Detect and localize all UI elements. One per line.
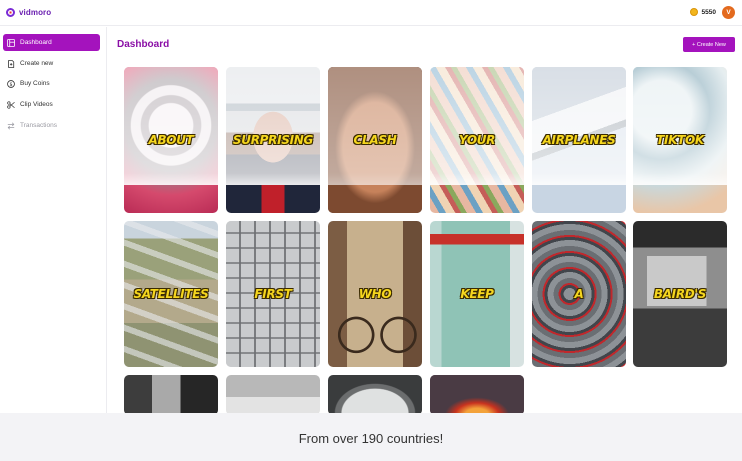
card-caption: FIRST <box>254 287 292 301</box>
video-card[interactable]: CLASH <box>328 67 422 213</box>
card-caption: WHO <box>358 287 392 301</box>
sidebar-item-clip-videos[interactable]: Clip Videos <box>3 96 100 113</box>
card-caption: ABOUT <box>148 133 194 147</box>
video-card[interactable] <box>430 375 524 413</box>
video-card[interactable]: FIRST <box>226 221 320 367</box>
sidebar-item-transactions[interactable]: Transactions <box>3 117 100 134</box>
card-caption: SURPRISING <box>232 133 314 147</box>
sidebar: Dashboard Create new $ Buy Coins Clip Vi… <box>0 27 107 413</box>
brand-name[interactable]: vidmoro <box>19 8 51 17</box>
dashboard-icon <box>7 38 15 47</box>
card-caption: YOUR <box>458 133 496 147</box>
video-card[interactable]: WHO <box>328 221 422 367</box>
create-new-button[interactable]: + Create New <box>683 37 735 52</box>
avatar[interactable]: V <box>722 6 735 19</box>
svg-text:$: $ <box>9 81 12 87</box>
card-caption: TIKTOK <box>656 133 704 147</box>
app-window: vidmoro 5550 V Dashboard Create new $ Bu… <box>0 0 742 413</box>
footer-text: From over 190 countries! <box>298 431 444 446</box>
sidebar-item-label: Transactions <box>20 122 57 129</box>
sidebar-item-label: Buy Coins <box>20 80 50 87</box>
sidebar-item-label: Create new <box>20 60 54 67</box>
dollar-icon: $ <box>7 79 15 88</box>
coin-count: 5550 <box>701 8 716 16</box>
video-card[interactable]: BAIRD'S <box>633 221 727 367</box>
video-card[interactable]: TIKTOK <box>633 67 727 213</box>
video-card[interactable] <box>124 375 218 413</box>
scissors-icon <box>7 100 15 109</box>
sidebar-item-dashboard[interactable]: Dashboard <box>3 34 100 51</box>
transfer-icon <box>7 122 15 130</box>
coin-balance[interactable]: 5550 <box>689 8 716 16</box>
card-caption: KEEP <box>460 287 494 301</box>
video-card[interactable]: AIRPLANES <box>532 67 626 213</box>
file-plus-icon <box>7 59 15 68</box>
sidebar-item-create-new[interactable]: Create new <box>3 55 100 72</box>
page-title: Dashboard <box>117 39 170 50</box>
card-caption: SATELLITES <box>133 287 209 301</box>
top-bar: vidmoro 5550 V <box>0 0 742 26</box>
logo-icon[interactable] <box>6 8 15 17</box>
video-card[interactable]: YOUR <box>430 67 524 213</box>
video-card[interactable]: ABOUT <box>124 67 218 213</box>
video-card[interactable]: SATELLITES <box>124 221 218 367</box>
coin-icon <box>689 8 698 16</box>
card-caption: BAIRD'S <box>653 287 707 301</box>
video-card[interactable] <box>328 375 422 413</box>
sidebar-item-label: Dashboard <box>20 39 52 46</box>
video-card[interactable] <box>226 375 320 413</box>
video-card[interactable]: KEEP <box>430 221 524 367</box>
sidebar-item-label: Clip Videos <box>20 101 53 108</box>
card-caption: CLASH <box>353 133 397 147</box>
video-card[interactable]: A <box>532 221 626 367</box>
card-caption: A <box>574 287 584 301</box>
video-card[interactable]: SURPRISING <box>226 67 320 213</box>
card-caption: AIRPLANES <box>542 133 616 147</box>
sidebar-item-buy-coins[interactable]: $ Buy Coins <box>3 75 100 92</box>
